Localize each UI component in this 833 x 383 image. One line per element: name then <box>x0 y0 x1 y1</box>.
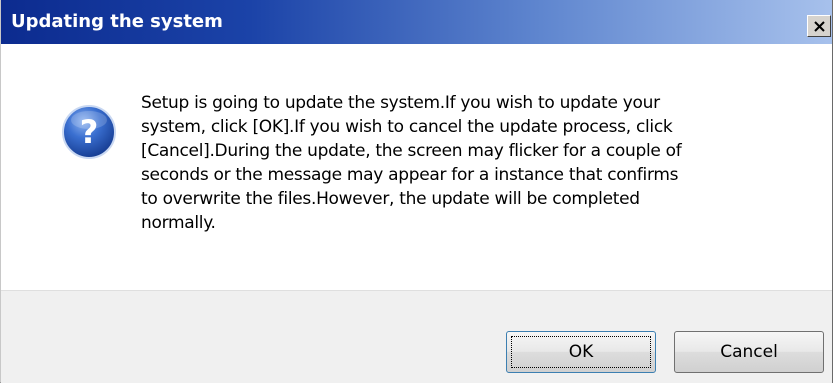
title-bar[interactable]: Updating the system <box>1 0 832 44</box>
message-text: Setup is going to update the system.If y… <box>141 91 791 235</box>
message-line: to overwrite the files.However, the upda… <box>141 189 640 209</box>
button-bar: OK Cancel <box>1 290 832 383</box>
cancel-button-label: Cancel <box>720 342 778 362</box>
svg-text:?: ? <box>80 113 99 151</box>
close-icon <box>814 21 825 32</box>
ok-button[interactable]: OK <box>506 331 656 373</box>
message-line: system, click [OK].If you wish to cancel… <box>141 117 673 137</box>
message-area: ? Setup is going to update the system.If… <box>1 44 832 290</box>
update-dialog: Updating the system ? Setup is going to … <box>0 0 833 383</box>
message-line: [Cancel].During the update, the screen m… <box>141 141 682 161</box>
ok-button-label: OK <box>568 342 594 362</box>
close-button[interactable] <box>807 15 831 37</box>
message-line: seconds or the message may appear for a … <box>141 165 679 185</box>
window-title: Updating the system <box>11 11 223 32</box>
question-icon: ? <box>62 105 116 159</box>
cancel-button[interactable]: Cancel <box>674 331 824 373</box>
message-line: normally. <box>141 213 216 233</box>
message-line: Setup is going to update the system.If y… <box>141 93 660 113</box>
